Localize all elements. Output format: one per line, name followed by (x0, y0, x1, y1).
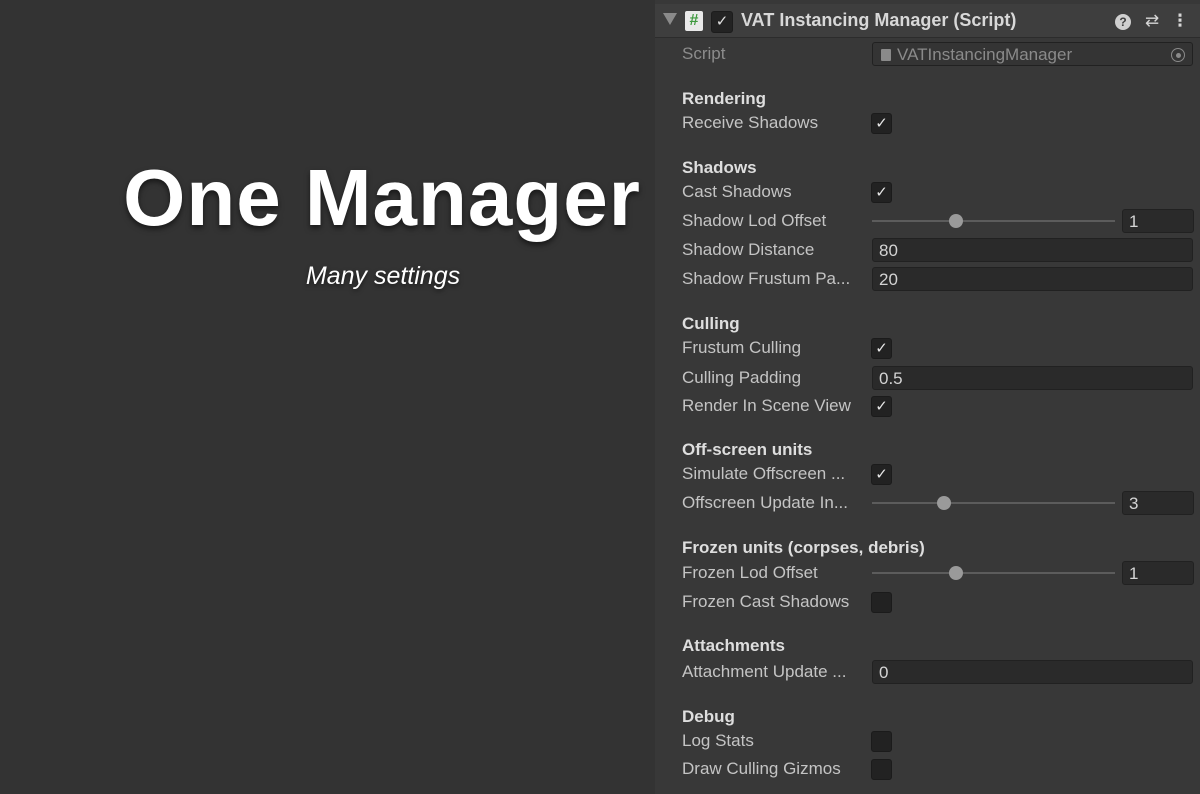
culling-padding-row: Culling Padding 0.5 (655, 366, 1200, 392)
shadow-lod-offset-slider-thumb[interactable] (949, 214, 963, 228)
offscreen-update-interval-row: Offscreen Update In... 3 (655, 491, 1200, 517)
frozen-lod-offset-row: Frozen Lod Offset 1 (655, 561, 1200, 587)
shadow-lod-offset-label: Shadow Lod Offset (682, 211, 827, 230)
shadow-distance-label: Shadow Distance (682, 240, 815, 259)
frozen-lod-offset-label: Frozen Lod Offset (682, 563, 818, 582)
object-picker-icon[interactable] (1171, 48, 1185, 62)
receive-shadows-checkbox[interactable]: ✓ (871, 113, 892, 134)
log-stats-row: Log Stats (655, 729, 1200, 755)
csharp-script-icon: # (685, 11, 703, 31)
component-enabled-checkbox[interactable]: ✓ (711, 11, 733, 33)
shadow-frustum-padding-row: Shadow Frustum Pa... 20 (655, 267, 1200, 293)
script-file-icon (881, 49, 891, 61)
frozen-lod-offset-field[interactable]: 1 (1122, 561, 1194, 585)
offscreen-update-interval-label: Offscreen Update In... (682, 493, 848, 512)
page: One Manager Many settings # ✓ VAT Instan… (0, 0, 1200, 794)
draw-culling-gizmos-label: Draw Culling Gizmos (682, 759, 841, 778)
frozen-lod-offset-slider-thumb[interactable] (949, 566, 963, 580)
frustum-culling-label: Frustum Culling (682, 338, 802, 357)
component-title: VAT Instancing Manager (Script) (741, 10, 1017, 30)
culling-padding-label: Culling Padding (682, 368, 802, 387)
frozen-cast-shadows-row: Frozen Cast Shadows (655, 590, 1200, 616)
offscreen-update-interval-slider[interactable] (872, 502, 1115, 504)
script-label: Script (682, 44, 726, 63)
presets-icon[interactable]: ⇄ (1143, 11, 1161, 31)
culling-padding-field[interactable]: 0.5 (872, 366, 1193, 390)
cast-shadows-row: Cast Shadows ✓ (655, 180, 1200, 206)
shadow-lod-offset-slider[interactable] (872, 220, 1115, 222)
log-stats-label: Log Stats (682, 731, 754, 750)
cast-shadows-checkbox[interactable]: ✓ (871, 182, 892, 203)
draw-culling-gizmos-checkbox[interactable] (871, 759, 892, 780)
offscreen-update-interval-field[interactable]: 3 (1122, 491, 1194, 515)
shadow-frustum-padding-field[interactable]: 20 (872, 267, 1193, 291)
receive-shadows-row: Receive Shadows ✓ (655, 111, 1200, 137)
frozen-cast-shadows-checkbox[interactable] (871, 592, 892, 613)
render-in-scene-view-checkbox[interactable]: ✓ (871, 396, 892, 417)
frustum-culling-row: Frustum Culling ✓ (655, 336, 1200, 362)
foldout-arrow-icon[interactable] (663, 13, 677, 25)
section-offscreen-units: Off-screen units (682, 440, 813, 459)
shadow-frustum-padding-label: Shadow Frustum Pa... (682, 269, 851, 288)
shadow-lod-offset-field[interactable]: 1 (1122, 209, 1194, 233)
section-culling: Culling (682, 314, 740, 333)
render-in-scene-view-row: Render In Scene View ✓ (655, 394, 1200, 420)
attachment-update-field[interactable]: 0 (872, 660, 1193, 684)
cast-shadows-label: Cast Shadows (682, 182, 792, 201)
section-shadows: Shadows (682, 158, 757, 177)
frozen-lod-offset-slider[interactable] (872, 572, 1115, 574)
frustum-culling-checkbox[interactable]: ✓ (871, 338, 892, 359)
shadow-distance-field[interactable]: 80 (872, 238, 1193, 262)
help-icon[interactable]: ? (1115, 14, 1131, 30)
offscreen-update-interval-slider-thumb[interactable] (937, 496, 951, 510)
simulate-offscreen-checkbox[interactable]: ✓ (871, 464, 892, 485)
simulate-offscreen-row: Simulate Offscreen ... ✓ (655, 462, 1200, 488)
frozen-cast-shadows-label: Frozen Cast Shadows (682, 592, 850, 611)
render-in-scene-view-label: Render In Scene View (682, 396, 851, 415)
attachment-update-row: Attachment Update ... 0 (655, 660, 1200, 686)
shadow-distance-row: Shadow Distance 80 (655, 238, 1200, 264)
component-header[interactable]: # ✓ VAT Instancing Manager (Script) ? ⇄ … (655, 4, 1200, 38)
script-value: VATInstancingManager (897, 45, 1073, 64)
section-attachments: Attachments (682, 636, 785, 655)
draw-culling-gizmos-row: Draw Culling Gizmos (655, 757, 1200, 783)
attachment-update-label: Attachment Update ... (682, 662, 847, 681)
simulate-offscreen-label: Simulate Offscreen ... (682, 464, 846, 483)
script-row: Script VATInstancingManager (655, 42, 1200, 68)
hero-panel: One Manager Many settings (0, 0, 760, 794)
section-frozen-units: Frozen units (corpses, debris) (682, 538, 925, 557)
shadow-lod-offset-row: Shadow Lod Offset 1 (655, 209, 1200, 235)
inspector-panel: # ✓ VAT Instancing Manager (Script) ? ⇄ … (655, 0, 1200, 794)
receive-shadows-label: Receive Shadows (682, 113, 819, 132)
section-debug: Debug (682, 707, 735, 726)
section-rendering: Rendering (682, 89, 767, 108)
hero-title: One Manager (123, 153, 641, 242)
context-menu-icon[interactable]: ⋮ (1171, 11, 1189, 31)
script-object-field: VATInstancingManager (872, 42, 1193, 66)
hero-subtitle: Many settings (305, 262, 461, 290)
log-stats-checkbox[interactable] (871, 731, 892, 752)
